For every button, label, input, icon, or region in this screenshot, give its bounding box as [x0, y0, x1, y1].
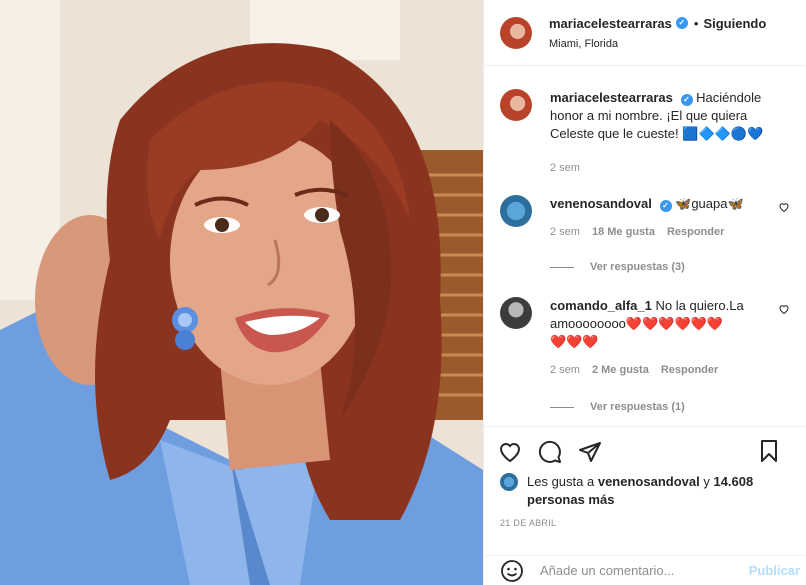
bookmark-icon[interactable] [757, 439, 781, 463]
liker-username[interactable]: venenosandoval [598, 474, 700, 489]
header-text: mariacelestearraras ✓ • Siguiendo Miami,… [549, 16, 766, 50]
caption-meta: 2 sem [550, 159, 780, 177]
action-section: Les gusta a venenosandoval y 14.608 pers… [484, 426, 806, 584]
replies-divider [550, 266, 574, 268]
caption-time[interactable]: 2 sem [550, 159, 580, 177]
caption-username[interactable]: mariacelestearraras [550, 90, 673, 105]
likes-prefix: Les gusta a [527, 474, 595, 489]
view-replies-button[interactable]: Ver respuestas (1) [550, 401, 685, 413]
caption-emojis: 🟦🔷🔷🔵💙 [682, 126, 764, 141]
comment-body: venenosandoval ✓ 🦋guapa🦋 2 sem 18 Me gus… [550, 195, 780, 241]
comment-time[interactable]: 2 sem [550, 361, 580, 379]
separator-dot: • [693, 15, 699, 31]
following-button[interactable]: Siguiendo [703, 16, 766, 31]
comment-input[interactable] [540, 563, 730, 578]
commenter-username[interactable]: venenosandoval [550, 196, 652, 211]
smiley-icon[interactable] [500, 559, 524, 583]
likes-connector: y [703, 474, 710, 489]
butterfly-emoji: 🦋 [727, 196, 744, 211]
paper-plane-icon[interactable] [578, 440, 602, 464]
comment-like-heart-icon[interactable] [778, 201, 790, 213]
comment-likes[interactable]: 18 Me gusta [592, 223, 655, 241]
comments-list: mariacelestearraras ✓ Haciéndole honor a… [484, 67, 806, 423]
post-header: mariacelestearraras ✓ • Siguiendo Miami,… [484, 0, 806, 66]
comment-text: guapa [691, 196, 728, 211]
publish-button[interactable]: Publicar [749, 563, 800, 578]
post-sidebar: mariacelestearraras ✓ • Siguiendo Miami,… [483, 0, 806, 585]
commenter-avatar[interactable] [500, 195, 532, 227]
comment-time[interactable]: 2 sem [550, 223, 580, 241]
location-link[interactable]: Miami, Florida [549, 38, 766, 50]
hearts-emoji: ❤️❤️❤️❤️❤️❤️ [625, 316, 724, 331]
verified-badge-icon: ✓ [659, 200, 672, 212]
comment-body: comando_alfa_1 No la quiero.La amooooooo… [550, 297, 780, 379]
commenter-avatar[interactable] [500, 297, 532, 329]
instagram-post: mariacelestearraras ✓ • Siguiendo Miami,… [0, 0, 806, 585]
likes-summary: Les gusta a venenosandoval y 14.608 pers… [500, 473, 767, 509]
caption-avatar[interactable] [500, 89, 532, 121]
likes-text: Les gusta a venenosandoval y 14.608 pers… [527, 473, 767, 509]
view-replies-label: Ver respuestas (1) [590, 401, 685, 413]
verified-badge-icon: ✓ [675, 17, 688, 29]
replies-divider [550, 406, 574, 408]
add-comment-bar: Publicar [484, 555, 806, 585]
comment-like-heart-icon[interactable] [778, 303, 790, 315]
verified-badge-icon: ✓ [680, 94, 693, 106]
post-date[interactable]: 21 DE ABRIL [500, 518, 556, 528]
hearts-emoji: ❤️❤️❤️ [550, 334, 599, 349]
comment-meta: 2 sem 18 Me gusta Responder [550, 223, 780, 241]
liker-avatar[interactable] [500, 473, 518, 491]
view-replies-button[interactable]: Ver respuestas (3) [550, 261, 685, 273]
header-row: mariacelestearraras ✓ • Siguiendo [549, 16, 766, 31]
portrait-illustration [0, 0, 483, 585]
caption-item: mariacelestearraras ✓ Haciéndole honor a… [500, 89, 794, 177]
commenter-username[interactable]: comando_alfa_1 [550, 298, 652, 313]
author-avatar[interactable] [500, 16, 532, 49]
comment-item: comando_alfa_1 No la quiero.La amooooooo… [500, 297, 794, 379]
view-replies-label: Ver respuestas (3) [590, 261, 685, 273]
butterfly-emoji: 🦋 [675, 196, 692, 211]
comment-item: venenosandoval ✓ 🦋guapa🦋 2 sem 18 Me gus… [500, 195, 794, 241]
post-photo[interactable] [0, 0, 483, 585]
comment-meta: 2 sem 2 Me gusta Responder [550, 361, 780, 379]
reply-button[interactable]: Responder [661, 361, 718, 379]
comment-likes[interactable]: 2 Me gusta [592, 361, 649, 379]
action-icons [498, 439, 802, 465]
heart-outline-icon[interactable] [498, 440, 522, 464]
comment-bubble-icon[interactable] [538, 440, 562, 464]
caption-body: mariacelestearraras ✓ Haciéndole honor a… [550, 89, 780, 177]
author-username[interactable]: mariacelestearraras [549, 16, 672, 31]
reply-button[interactable]: Responder [667, 223, 724, 241]
